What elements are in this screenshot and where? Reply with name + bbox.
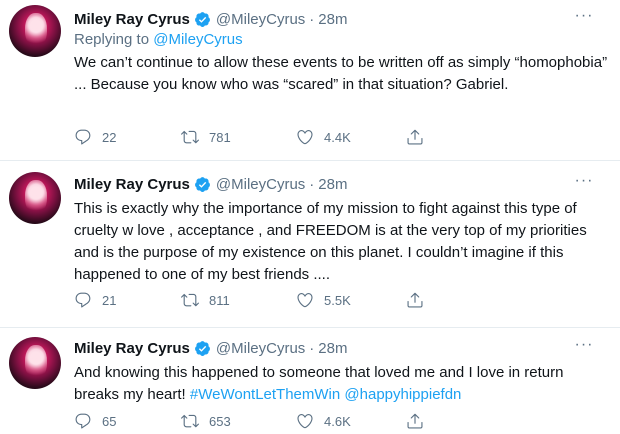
separator-dot: ·	[309, 10, 315, 28]
tweet-3[interactable]: Miley Ray Cyrus @MileyCyrus · 28m ··· An…	[0, 327, 620, 434]
like-count: 5.5K	[324, 292, 351, 308]
reply-button[interactable]: 21	[74, 291, 116, 309]
tweet-text: And knowing this happened to someone tha…	[74, 362, 610, 406]
retweet-icon	[181, 128, 199, 146]
reply-icon	[74, 128, 92, 146]
more-icon[interactable]: ···	[572, 172, 596, 195]
avatar[interactable]	[9, 172, 61, 224]
verified-badge-icon	[194, 11, 211, 28]
like-button[interactable]: 5.5K	[296, 291, 351, 309]
display-name[interactable]: Miley Ray Cyrus	[74, 11, 190, 28]
retweet-count: 653	[209, 413, 231, 429]
tweet-text: This is exactly why the importance of my…	[74, 200, 587, 283]
replying-to-mention[interactable]: @MileyCyrus	[153, 31, 242, 48]
avatar[interactable]	[9, 337, 61, 389]
display-name[interactable]: Miley Ray Cyrus	[74, 176, 190, 193]
share-button[interactable]	[406, 128, 424, 146]
reply-button[interactable]: 65	[74, 412, 116, 430]
timestamp[interactable]: 28m	[318, 176, 347, 193]
heart-icon	[296, 291, 314, 309]
more-label: ···	[574, 172, 594, 189]
heart-icon	[296, 412, 314, 430]
tweet-header: Miley Ray Cyrus @MileyCyrus · 28m	[74, 8, 610, 30]
reply-count: 65	[102, 413, 117, 429]
tweet-2[interactable]: Miley Ray Cyrus @MileyCyrus · 28m ··· Th…	[0, 160, 620, 327]
tweet-text: We can’t continue to allow these events …	[74, 54, 608, 93]
like-button[interactable]: 4.6K	[296, 412, 351, 430]
separator-dot: ·	[309, 175, 315, 193]
more-icon[interactable]: ···	[572, 336, 596, 359]
avatar[interactable]	[9, 5, 61, 57]
verified-badge-icon	[194, 340, 211, 357]
tweet-actions: 65 653 4.6K	[74, 411, 514, 431]
reply-button[interactable]: 22	[74, 128, 116, 146]
retweet-button[interactable]: 811	[181, 291, 230, 309]
retweet-button[interactable]: 653	[181, 412, 231, 430]
retweet-count: 811	[209, 292, 230, 308]
reply-count: 22	[102, 129, 117, 145]
like-count: 4.6K	[324, 413, 351, 429]
retweet-count: 781	[209, 129, 231, 145]
reply-icon	[74, 291, 92, 309]
share-icon	[406, 412, 424, 430]
like-count: 4.4K	[324, 129, 351, 145]
handle[interactable]: @MileyCyrus	[216, 176, 305, 193]
hashtag-link[interactable]: #WeWontLetThemWin	[190, 386, 340, 403]
tweet-header: Miley Ray Cyrus @MileyCyrus · 28m	[74, 173, 610, 195]
like-button[interactable]: 4.4K	[296, 128, 351, 146]
replying-to: Replying to @MileyCyrus	[74, 30, 610, 50]
heart-icon	[296, 128, 314, 146]
reply-icon	[74, 412, 92, 430]
replying-to-label: Replying to	[74, 31, 154, 48]
retweet-button[interactable]: 781	[181, 128, 231, 146]
separator-dot: ·	[309, 339, 315, 357]
handle[interactable]: @MileyCyrus	[216, 11, 305, 28]
reply-count: 21	[102, 292, 117, 308]
mention-link[interactable]: @happyhippiefdn	[344, 386, 461, 403]
tweet-content: Miley Ray Cyrus @MileyCyrus · 28m ··· Re…	[74, 7, 610, 96]
retweet-icon	[181, 291, 199, 309]
more-label: ···	[574, 336, 594, 353]
more-label: ···	[574, 7, 594, 24]
display-name[interactable]: Miley Ray Cyrus	[74, 340, 190, 357]
handle[interactable]: @MileyCyrus	[216, 340, 305, 357]
verified-badge-icon	[194, 176, 211, 193]
tweet-actions: 21 811 5.5K	[74, 290, 514, 310]
tweet-actions: 22 781 4.4K	[74, 127, 514, 147]
share-icon	[406, 128, 424, 146]
timestamp[interactable]: 28m	[318, 340, 347, 357]
share-icon	[406, 291, 424, 309]
more-icon[interactable]: ···	[572, 7, 596, 30]
tweet-content: Miley Ray Cyrus @MileyCyrus · 28m ··· An…	[74, 336, 610, 406]
timestamp[interactable]: 28m	[318, 11, 347, 28]
tweet-1[interactable]: Miley Ray Cyrus @MileyCyrus · 28m ··· Re…	[0, 0, 620, 160]
tweet-content: Miley Ray Cyrus @MileyCyrus · 28m ··· Th…	[74, 172, 610, 286]
share-button[interactable]	[406, 412, 424, 430]
tweet-header: Miley Ray Cyrus @MileyCyrus · 28m	[74, 337, 610, 359]
retweet-icon	[181, 412, 199, 430]
share-button[interactable]	[406, 291, 424, 309]
